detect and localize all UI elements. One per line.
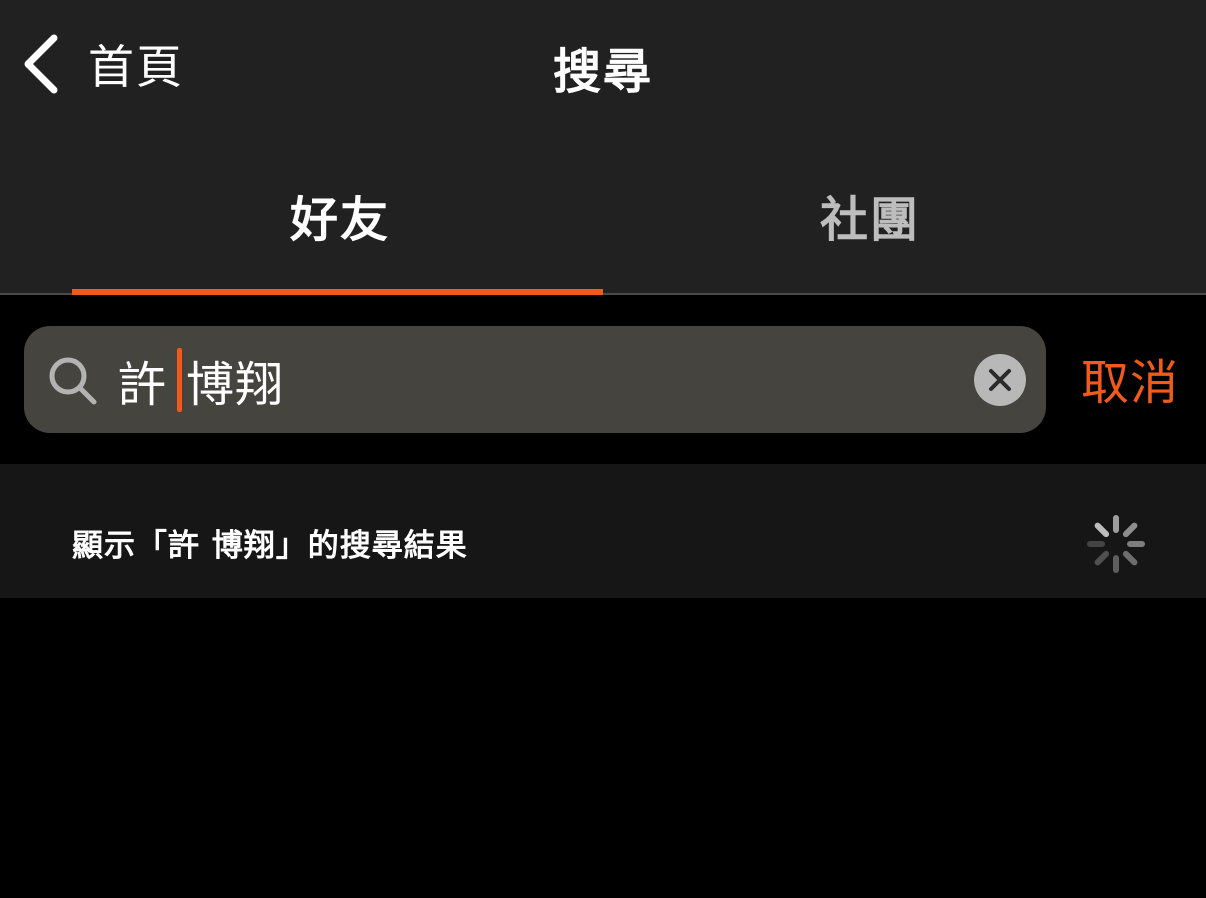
search-bar-area: 許 博翔 取消 bbox=[0, 295, 1206, 463]
navigation-bar: 首頁 搜尋 bbox=[0, 0, 1206, 130]
search-input-value[interactable]: 許 博翔 bbox=[118, 348, 284, 413]
search-text-before-caret: 許 bbox=[118, 357, 168, 413]
close-icon bbox=[989, 369, 1011, 391]
search-text-after-caret: 博翔 bbox=[186, 357, 285, 413]
tab-bar: 好友 社團 bbox=[0, 130, 1206, 294]
search-icon bbox=[46, 354, 100, 412]
tab-friends[interactable]: 好友 bbox=[290, 180, 390, 250]
cancel-button[interactable]: 取消 bbox=[1081, 343, 1179, 413]
clear-search-button[interactable] bbox=[974, 354, 1026, 406]
loading-spinner-icon bbox=[1087, 515, 1145, 573]
search-screen: 首頁 搜尋 好友 社團 許 博翔 取消 顯示「許 博翔」的搜尋結果 bbox=[0, 0, 1206, 898]
search-result-row[interactable]: 顯示「許 博翔」的搜尋結果 bbox=[0, 464, 1206, 598]
show-results-label: 顯示「許 博翔」的搜尋結果 bbox=[72, 528, 468, 564]
page-title: 搜尋 bbox=[552, 44, 653, 100]
tab-groups[interactable]: 社團 bbox=[820, 180, 920, 250]
search-input[interactable]: 許 博翔 bbox=[24, 326, 1046, 433]
text-caret bbox=[177, 348, 183, 412]
